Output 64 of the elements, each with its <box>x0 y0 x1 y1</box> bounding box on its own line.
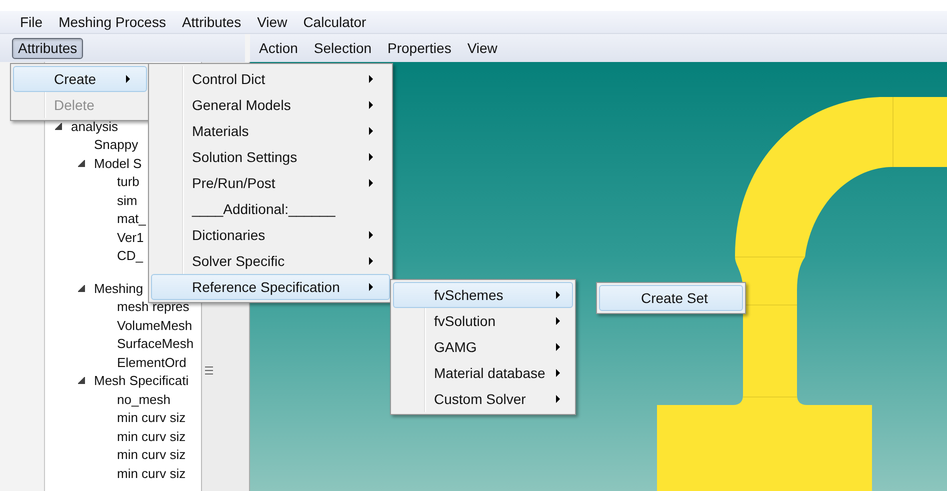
submenu-arrow-icon <box>369 101 373 109</box>
submenu-arrow-icon <box>556 343 560 351</box>
tree-item[interactable]: min curv siz <box>114 428 186 445</box>
submenu-arrow-icon <box>369 179 373 187</box>
tree-item[interactable]: Model S <box>91 154 142 172</box>
menu-item[interactable]: Create Set <box>599 285 743 311</box>
menu-item[interactable]: Dictionaries <box>151 222 390 248</box>
menu-item[interactable]: Materials <box>151 118 390 144</box>
submenu-arrow-icon <box>556 317 560 325</box>
submenu-arrow-icon <box>369 257 373 265</box>
menu-item[interactable]: fvSolution <box>393 308 573 334</box>
menu-item[interactable]: Material database <box>393 360 573 386</box>
tree-item[interactable]: mesh repres <box>114 298 190 316</box>
submenu-arrow-icon <box>369 75 373 83</box>
tree-item[interactable]: turb <box>114 173 140 190</box>
attributes-button[interactable]: Attributes <box>12 38 84 58</box>
tree-item[interactable]: min curv siz <box>114 464 186 482</box>
submenu-arrow-icon <box>126 75 130 83</box>
tree-item[interactable]: ElementOrd <box>114 354 186 371</box>
menu-item[interactable]: Meshing Process <box>50 12 174 32</box>
submenu-arrow-icon <box>369 231 373 239</box>
menu-item[interactable]: Create <box>13 66 147 92</box>
tree-item[interactable]: CD_ <box>114 247 144 264</box>
menu-item[interactable]: Pre/Run/Post <box>151 170 390 196</box>
tree-item[interactable]: no_mesh <box>114 390 170 408</box>
menu-item[interactable]: Calculator <box>295 12 374 32</box>
tree-item[interactable]: SurfaceMesh <box>114 335 194 352</box>
submenu-arrow-icon <box>369 283 373 291</box>
tree-item[interactable]: min curv siz <box>114 409 186 426</box>
submenu-arrow-icon <box>369 153 373 161</box>
menu-item[interactable]: Custom Solver <box>393 386 573 412</box>
menu-item[interactable]: View <box>460 37 506 59</box>
tree-item[interactable]: mat_ <box>114 210 146 228</box>
tree-item[interactable]: min curv siz <box>114 446 186 464</box>
submenu-arrow-icon <box>556 291 560 299</box>
expanded-arrow-icon[interactable] <box>78 377 85 384</box>
grip-icon[interactable] <box>205 366 213 375</box>
menu-item[interactable]: Attributes <box>174 12 250 32</box>
tree-item[interactable]: Ver1 <box>114 228 144 246</box>
tree-item[interactable]: Mesh Specificati <box>91 372 189 390</box>
tree-item[interactable]: analysis <box>68 118 118 135</box>
tree-item[interactable]: Meshing <box>91 280 144 297</box>
menu-item[interactable]: File <box>12 12 51 32</box>
menu-item[interactable]: General Models <box>151 92 390 118</box>
menu-item[interactable]: Solver Specific <box>151 248 390 274</box>
tree-item[interactable]: sim <box>114 192 138 209</box>
menu-item[interactable]: View <box>249 12 296 32</box>
expanded-arrow-icon[interactable] <box>78 160 85 167</box>
submenu-arrow-icon <box>556 369 560 377</box>
tree-item[interactable]: Snappy <box>91 136 138 154</box>
menu-item[interactable]: GAMG <box>393 334 573 360</box>
menu-item[interactable]: Reference Specification <box>151 274 390 300</box>
menu-item[interactable]: ____Additional:______ <box>151 196 390 222</box>
menu-item[interactable]: Solution Settings <box>151 144 390 170</box>
tree-item[interactable]: VolumeMesh <box>114 316 192 334</box>
menu-item[interactable]: Action <box>252 37 307 59</box>
submenu-arrow-icon <box>556 395 560 403</box>
menu-item[interactable]: Selection <box>306 37 381 59</box>
menu-item[interactable]: Properties <box>380 37 460 59</box>
submenu-arrow-icon <box>369 127 373 135</box>
menu-item[interactable]: fvSchemes <box>393 282 573 308</box>
expanded-arrow-icon[interactable] <box>78 284 85 292</box>
expanded-arrow-icon[interactable] <box>55 122 62 130</box>
menu-item[interactable]: Control Dict <box>151 66 390 92</box>
